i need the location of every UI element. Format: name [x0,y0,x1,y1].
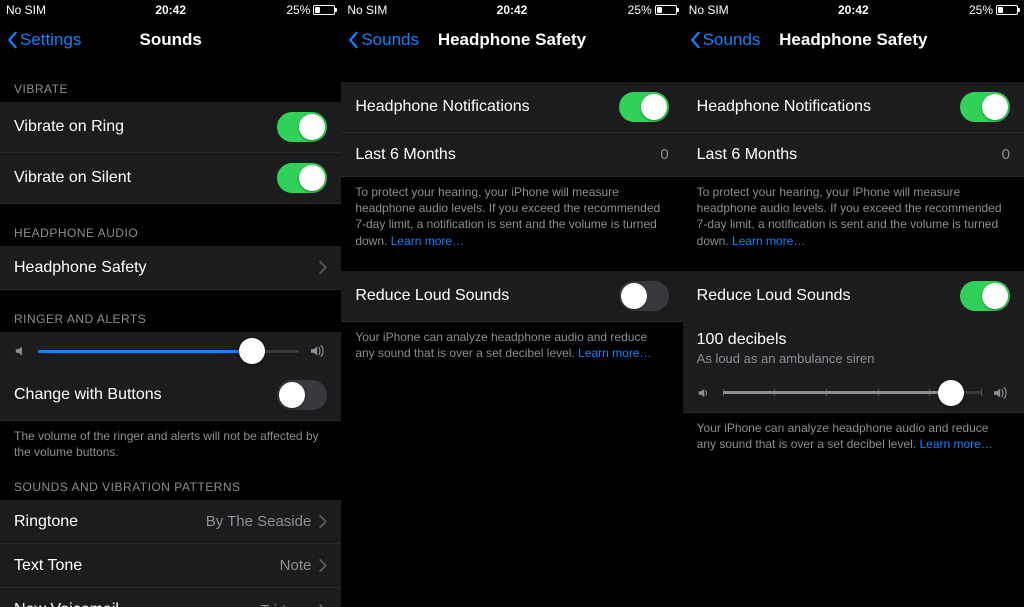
row-change-with-buttons[interactable]: Change with Buttons [0,370,341,421]
chevron-left-icon [6,31,18,49]
chevron-right-icon [319,261,327,274]
row-reduce-loud-sounds[interactable]: Reduce Loud Sounds [341,271,682,322]
learn-more-link[interactable]: Learn more… [391,234,464,248]
status-carrier: No SIM [6,3,116,17]
status-time: 20:42 [798,3,908,17]
status-carrier: No SIM [689,3,799,17]
decibel-slider-row [683,374,1024,413]
toggle-change-with-buttons[interactable] [277,380,327,410]
volume-high-icon [309,344,327,358]
toggle-reduce-loud-sounds[interactable] [619,281,669,311]
row-vibrate-ring[interactable]: Vibrate on Ring [0,102,341,153]
status-bar: No SIM 20:42 25% [683,0,1024,20]
row-vibrate-silent[interactable]: Vibrate on Silent [0,153,341,204]
status-bar: No SIM 20:42 25% [341,0,682,20]
section-ringer-alerts: RINGER AND ALERTS [0,290,341,332]
toggle-reduce-loud-sounds[interactable] [960,281,1010,311]
learn-more-link[interactable]: Learn more… [919,437,992,451]
status-bar: No SIM 20:42 25% [0,0,341,20]
back-button[interactable]: Settings [6,30,81,50]
screen-headphone-safety-on: No SIM 20:42 25% Sounds Headphone Safety… [683,0,1024,607]
toggle-headphone-notifications[interactable] [619,92,669,122]
chevron-left-icon [347,31,359,49]
section-vibrate: VIBRATE [0,60,341,102]
back-button[interactable]: Sounds [347,30,419,50]
row-ringtone[interactable]: Ringtone By The Seaside [0,500,341,544]
section-sounds-patterns: SOUNDS AND VIBRATION PATTERNS [0,462,341,500]
toggle-vibrate-silent[interactable] [277,163,327,193]
chevron-right-icon [319,559,327,572]
ringer-volume-slider-row [0,332,341,370]
chevron-right-icon [319,515,327,528]
decibel-slider[interactable] [723,391,982,394]
learn-more-link[interactable]: Learn more… [578,346,651,360]
nav-bar: Sounds Headphone Safety [341,20,682,60]
reduce-footer: Your iPhone can analyze headphone audio … [341,322,682,363]
notifications-footer: To protect your hearing, your iPhone wil… [683,177,1024,251]
row-headphone-safety[interactable]: Headphone Safety [0,246,341,290]
row-new-voicemail[interactable]: New Voicemail Tri-tone [0,588,341,607]
back-button[interactable]: Sounds [689,30,761,50]
row-last-6-months[interactable]: Last 6 Months 0 [341,133,682,177]
decibel-readout: 100 decibels As loud as an ambulance sir… [683,321,1024,374]
row-text-tone[interactable]: Text Tone Note [0,544,341,588]
status-time: 20:42 [457,3,567,17]
reduce-footer: Your iPhone can analyze headphone audio … [683,413,1024,454]
nav-bar: Settings Sounds [0,20,341,60]
row-headphone-notifications[interactable]: Headphone Notifications [341,82,682,133]
change-buttons-footer: The volume of the ringer and alerts will… [0,421,341,462]
status-battery: 25% [908,3,1018,17]
volume-high-icon [992,386,1010,400]
status-battery: 25% [567,3,677,17]
screen-sounds: No SIM 20:42 25% Settings Sounds VIBRATE… [0,0,341,607]
battery-icon [655,5,677,15]
status-battery: 25% [226,3,336,17]
battery-icon [996,5,1018,15]
row-reduce-loud-sounds[interactable]: Reduce Loud Sounds [683,271,1024,321]
toggle-vibrate-ring[interactable] [277,112,327,142]
notifications-footer: To protect your hearing, your iPhone wil… [341,177,682,251]
status-time: 20:42 [116,3,226,17]
learn-more-link[interactable]: Learn more… [732,234,805,248]
nav-bar: Sounds Headphone Safety [683,20,1024,60]
section-headphone-audio: HEADPHONE AUDIO [0,204,341,246]
volume-low-icon [697,386,713,400]
screen-headphone-safety-off: No SIM 20:42 25% Sounds Headphone Safety… [341,0,682,607]
chevron-left-icon [689,31,701,49]
status-carrier: No SIM [347,3,457,17]
row-last-6-months[interactable]: Last 6 Months 0 [683,133,1024,177]
ringer-volume-slider[interactable] [38,350,299,353]
toggle-headphone-notifications[interactable] [960,92,1010,122]
battery-icon [313,5,335,15]
volume-low-icon [14,344,28,358]
row-headphone-notifications[interactable]: Headphone Notifications [683,82,1024,133]
